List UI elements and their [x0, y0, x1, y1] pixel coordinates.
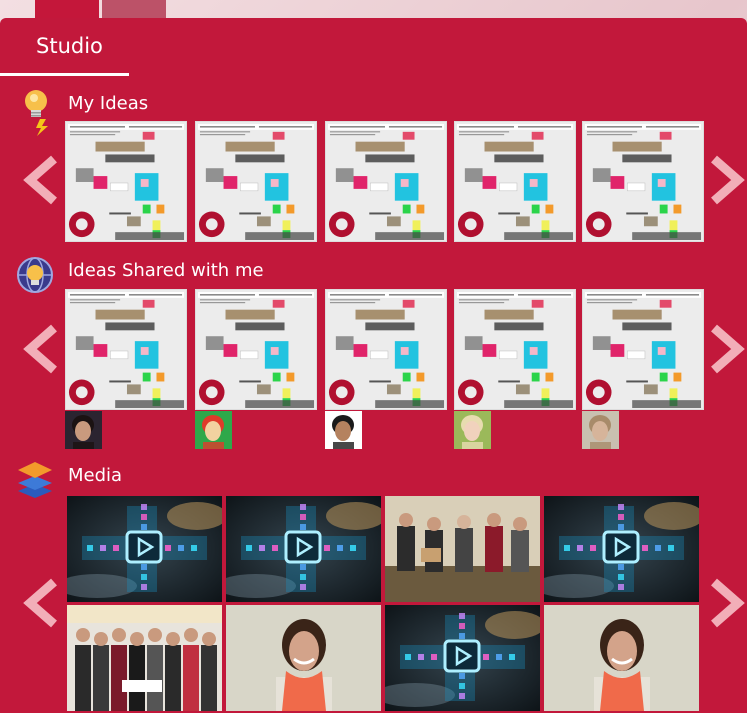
shared-idea-thumbnail[interactable] — [454, 289, 576, 410]
media-title: Media — [68, 465, 123, 486]
media-video-thumbnail[interactable] — [67, 496, 222, 602]
shared-idea-thumbnail[interactable] — [325, 289, 447, 410]
media-next-arrow[interactable] — [706, 578, 746, 628]
owner-avatar[interactable] — [582, 411, 619, 449]
media-prev-arrow[interactable] — [22, 578, 62, 628]
shared-prev-arrow[interactable] — [22, 324, 62, 374]
my-idea-thumbnail[interactable] — [65, 121, 187, 242]
owner-avatar[interactable] — [195, 411, 232, 449]
media-photo-thumbnail[interactable] — [67, 605, 222, 711]
studio-underline — [0, 73, 129, 76]
my-idea-thumbnail[interactable] — [195, 121, 317, 242]
owner-avatar[interactable] — [65, 411, 102, 449]
media-photo-thumbnail[interactable] — [385, 496, 540, 602]
media-video-thumbnail[interactable] — [544, 496, 699, 602]
shared-next-arrow[interactable] — [706, 324, 746, 374]
owner-avatar[interactable] — [454, 411, 491, 449]
media-video-thumbnail[interactable] — [385, 605, 540, 711]
studio-panel: Studio My Ideas Ideas Shared with me Med… — [0, 18, 747, 713]
my-ideas-title: My Ideas — [68, 93, 149, 114]
shared-ideas-title: Ideas Shared with me — [68, 260, 264, 281]
my-idea-thumbnail[interactable] — [325, 121, 447, 242]
media-video-thumbnail[interactable] — [226, 496, 381, 602]
shared-idea-thumbnail[interactable] — [65, 289, 187, 410]
studio-title: Studio — [36, 34, 103, 58]
my-idea-thumbnail[interactable] — [454, 121, 576, 242]
layers-icon — [16, 460, 54, 500]
owner-avatar[interactable] — [325, 411, 362, 449]
globe-lightbulb-icon — [16, 256, 54, 294]
shared-idea-thumbnail[interactable] — [195, 289, 317, 410]
media-photo-thumbnail[interactable] — [544, 605, 699, 711]
my-idea-thumbnail[interactable] — [582, 121, 704, 242]
lightbulb-icon — [22, 88, 52, 136]
media-photo-thumbnail[interactable] — [226, 605, 381, 711]
my-ideas-prev-arrow[interactable] — [22, 155, 62, 205]
my-ideas-next-arrow[interactable] — [706, 155, 746, 205]
shared-idea-thumbnail[interactable] — [582, 289, 704, 410]
